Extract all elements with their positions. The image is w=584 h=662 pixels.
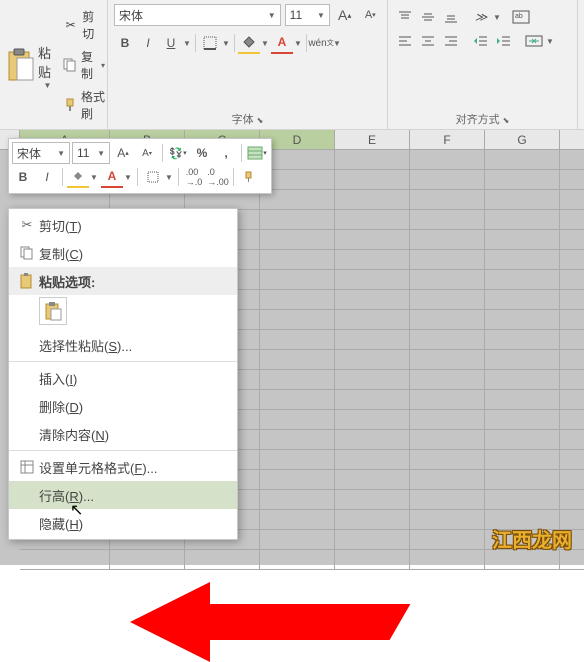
font-size-value: 11 bbox=[290, 8, 302, 22]
increase-font-button[interactable]: A▴ bbox=[334, 4, 356, 26]
menu-cut[interactable]: ✂剪切(T) bbox=[9, 211, 237, 239]
chevron-down-icon[interactable]: ▼ bbox=[313, 11, 325, 20]
chevron-down-icon[interactable]: ▼ bbox=[492, 6, 502, 28]
copy-button[interactable]: 复制▾ bbox=[61, 46, 107, 84]
chevron-down-icon[interactable]: ▼ bbox=[44, 81, 52, 90]
wrap-text-button[interactable]: ab bbox=[510, 6, 532, 28]
borders-button[interactable] bbox=[199, 32, 221, 54]
mini-font-family[interactable]: 宋体▼ bbox=[12, 142, 70, 164]
copy-icon bbox=[63, 57, 77, 73]
column-header[interactable]: F bbox=[410, 130, 485, 149]
increase-indent-button[interactable] bbox=[493, 30, 515, 52]
paste-label: 粘贴 bbox=[38, 43, 57, 81]
chevron-down-icon[interactable]: ▼ bbox=[332, 32, 342, 54]
mini-decrease-font[interactable]: A▾ bbox=[136, 142, 158, 164]
chevron-down-icon[interactable]: ▼ bbox=[260, 32, 270, 54]
italic-button[interactable]: I bbox=[137, 32, 159, 54]
merge-button[interactable] bbox=[523, 30, 545, 52]
mini-format-table-button[interactable]: ▾ bbox=[246, 142, 268, 164]
mini-bold-button[interactable]: B bbox=[12, 166, 34, 188]
mouse-cursor-icon: ↖ bbox=[70, 500, 83, 520]
ribbon: 粘贴 ▼ ✂剪切 复制▾ 格式刷 剪贴板 ⬊ 宋体 ▼ 11 ▼ A▴ A▾ B I bbox=[0, 0, 584, 130]
copy-icon bbox=[15, 246, 39, 260]
menu-clear-contents[interactable]: 清除内容(N) bbox=[9, 420, 237, 448]
menu-paste-special[interactable]: 选择性粘贴(S)... bbox=[9, 331, 237, 359]
underline-button[interactable]: U bbox=[160, 32, 182, 54]
format-cells-icon bbox=[15, 460, 39, 474]
format-painter-label: 格式刷 bbox=[81, 88, 105, 122]
chevron-down-icon[interactable]: ▼ bbox=[293, 32, 303, 54]
mini-format-painter-button[interactable] bbox=[238, 166, 260, 188]
mini-accounting-button[interactable]: 💱▾ bbox=[167, 142, 189, 164]
scissors-icon: ✂ bbox=[63, 17, 78, 33]
column-header[interactable]: G bbox=[485, 130, 560, 149]
cut-button[interactable]: ✂剪切 bbox=[61, 6, 107, 44]
align-right-button[interactable] bbox=[440, 30, 462, 52]
decrease-font-button[interactable]: A▾ bbox=[359, 4, 381, 26]
chevron-down-icon[interactable]: ▼ bbox=[545, 30, 555, 52]
paste-button[interactable]: 粘贴 ▼ bbox=[6, 8, 57, 124]
clipboard-group: 粘贴 ▼ ✂剪切 复制▾ 格式刷 剪贴板 ⬊ bbox=[0, 0, 108, 129]
chevron-down-icon[interactable]: ▼ bbox=[264, 11, 276, 20]
context-menu: ✂剪切(T) 复制(C) 粘贴选项: 选择性粘贴(S)... 插入(I) 删除(… bbox=[8, 208, 238, 540]
column-header[interactable]: E bbox=[335, 130, 410, 149]
align-group-label: 对齐方式 ⬊ bbox=[394, 107, 571, 129]
watermark: 江西龙网 bbox=[492, 524, 572, 553]
font-group: 宋体▼ 11▼ A▴ A▾ B I U▼ ▼ ▼ A▼ wén文▼ 字体 ⬊ bbox=[108, 0, 388, 129]
align-group: ≫▼ ab ▼ 对齐方式 ⬊ bbox=[388, 0, 578, 129]
menu-hide[interactable]: 隐藏(H) bbox=[9, 509, 237, 537]
font-family-combo[interactable]: 宋体 ▼ bbox=[114, 4, 281, 26]
menu-copy[interactable]: 复制(C) bbox=[9, 239, 237, 267]
font-color-button[interactable]: A bbox=[271, 32, 293, 54]
align-center-button[interactable] bbox=[417, 30, 439, 52]
cut-label: 剪切 bbox=[82, 8, 105, 42]
font-family-value: 宋体 bbox=[119, 7, 143, 24]
format-painter-button[interactable]: 格式刷 bbox=[61, 86, 107, 124]
mini-font-color-button[interactable]: A bbox=[101, 166, 123, 188]
font-size-combo[interactable]: 11 ▼ bbox=[285, 4, 330, 26]
mini-toolbar: 宋体▼ 11▼ A▴ A▾ 💱▾ % , ▾ B I ▼ A▼ ▼ .00→.0… bbox=[8, 138, 272, 194]
mini-italic-button[interactable]: I bbox=[36, 166, 58, 188]
mini-percent-button[interactable]: % bbox=[191, 142, 213, 164]
phonetic-button[interactable]: wén文 bbox=[310, 32, 332, 54]
mini-decrease-decimal-button[interactable]: .0→.00 bbox=[207, 166, 229, 188]
align-middle-button[interactable] bbox=[417, 6, 439, 28]
chevron-down-icon[interactable]: ▼ bbox=[221, 32, 231, 54]
copy-label: 复制 bbox=[81, 48, 95, 82]
svg-text:ab: ab bbox=[515, 13, 523, 20]
mini-font-size[interactable]: 11▼ bbox=[72, 142, 110, 164]
brush-icon bbox=[63, 97, 77, 113]
decrease-indent-button[interactable] bbox=[470, 30, 492, 52]
orientation-button[interactable]: ≫ bbox=[470, 6, 492, 28]
scissors-icon: ✂ bbox=[15, 217, 39, 233]
paste-icon bbox=[15, 273, 39, 289]
menu-insert[interactable]: 插入(I) bbox=[9, 364, 237, 392]
menu-row-height[interactable]: 行高(R)... bbox=[9, 481, 237, 509]
menu-delete[interactable]: 删除(D) bbox=[9, 392, 237, 420]
paste-icon bbox=[6, 44, 36, 88]
bold-button[interactable]: B bbox=[114, 32, 136, 54]
menu-format-cells[interactable]: 设置单元格格式(F)... bbox=[9, 453, 237, 481]
paste-option-default[interactable] bbox=[39, 297, 67, 325]
mini-increase-font[interactable]: A▴ bbox=[112, 142, 134, 164]
mini-borders-button[interactable] bbox=[142, 166, 164, 188]
mini-increase-decimal-button[interactable]: .00→.0 bbox=[183, 166, 205, 188]
menu-paste-options-header: 粘贴选项: bbox=[9, 267, 237, 295]
mini-fill-color-button[interactable] bbox=[67, 166, 89, 188]
align-top-button[interactable] bbox=[394, 6, 416, 28]
align-bottom-button[interactable] bbox=[440, 6, 462, 28]
chevron-down-icon[interactable]: ▼ bbox=[182, 32, 192, 54]
fill-color-button[interactable] bbox=[238, 32, 260, 54]
mini-comma-button[interactable]: , bbox=[215, 142, 237, 164]
align-left-button[interactable] bbox=[394, 30, 416, 52]
font-group-label: 字体 ⬊ bbox=[114, 107, 381, 129]
